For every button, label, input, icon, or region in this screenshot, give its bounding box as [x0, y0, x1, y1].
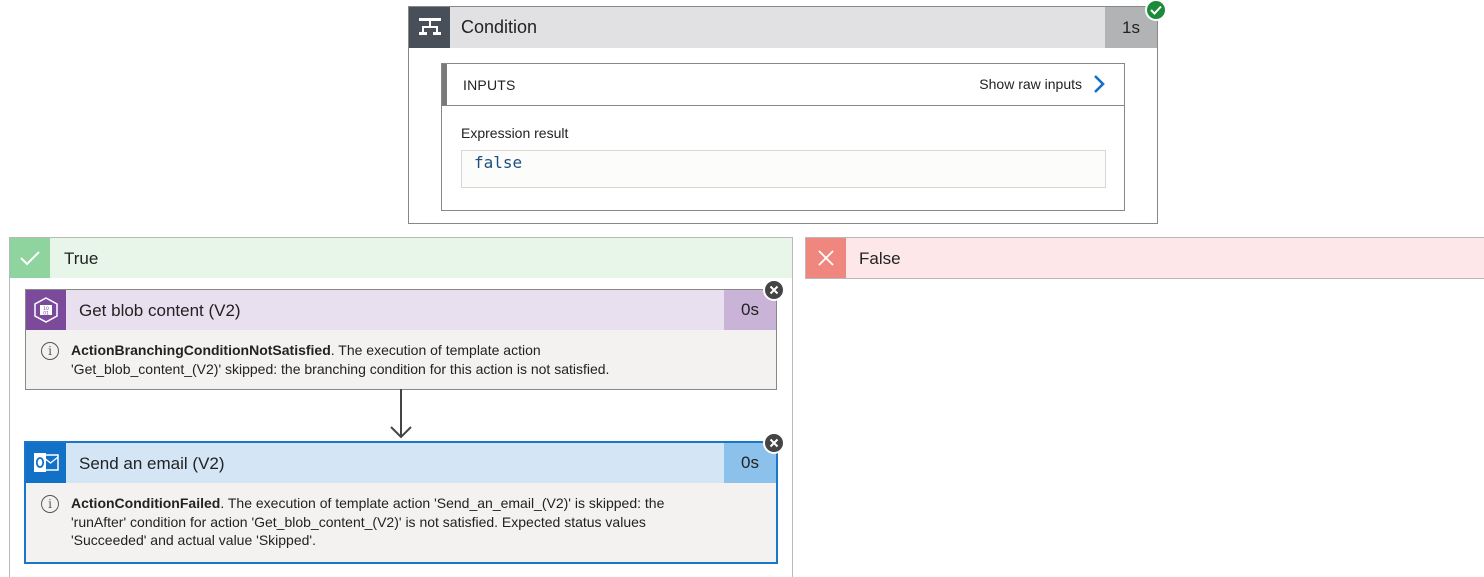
message-line: . The execution of template action 'Send…	[220, 495, 665, 511]
close-icon[interactable]	[763, 432, 785, 454]
info-icon: i	[41, 495, 59, 513]
message-line: 'Succeeded' and actual value 'Skipped'.	[71, 532, 316, 548]
get-blob-content-header[interactable]: 10 01 Get blob content (V2) 0s	[26, 290, 776, 330]
send-email-header[interactable]: Send an email (V2) 0s	[26, 443, 776, 483]
inputs-label: INPUTS	[463, 77, 516, 93]
false-branch-label: False	[859, 249, 901, 268]
flow-arrow-icon	[390, 389, 412, 439]
get-blob-content-card[interactable]: 10 01 Get blob content (V2) 0s i ActionB…	[25, 289, 777, 390]
inputs-panel: INPUTS Show raw inputs Expression result…	[441, 63, 1125, 211]
expression-result-value: false	[461, 150, 1106, 188]
outlook-icon	[26, 443, 66, 483]
send-email-title: Send an email (V2)	[79, 454, 225, 473]
message-line: . The execution of template action	[330, 342, 541, 358]
false-branch-header[interactable]: False	[806, 238, 1484, 278]
false-branch: False	[805, 237, 1484, 279]
get-blob-content-message: ActionBranchingConditionNotSatisfied. Th…	[71, 341, 609, 378]
condition-card[interactable]: Condition 1s INPUTS Show raw inputs Expr…	[408, 0, 1167, 224]
message-code: ActionBranchingConditionNotSatisfied	[71, 342, 331, 358]
message-code: ActionConditionFailed	[71, 495, 221, 511]
condition-header[interactable]: Condition 1s	[409, 7, 1157, 48]
checkmark-icon	[10, 238, 50, 278]
chevron-right-icon[interactable]	[1090, 73, 1108, 95]
svg-text:01: 01	[43, 311, 49, 317]
condition-icon	[409, 7, 450, 48]
condition-title: Condition	[461, 17, 538, 37]
true-branch-header[interactable]: True	[10, 238, 792, 278]
expression-result-label: Expression result	[461, 125, 569, 141]
inputs-header: INPUTS Show raw inputs	[442, 64, 1124, 106]
true-branch-label: True	[64, 249, 99, 268]
send-email-card[interactable]: Send an email (V2) 0s i ActionConditionF…	[24, 441, 778, 564]
cross-icon	[806, 238, 846, 278]
close-icon[interactable]	[763, 279, 785, 301]
show-raw-inputs-link[interactable]: Show raw inputs	[979, 76, 1082, 92]
info-icon: i	[41, 342, 59, 360]
message-line: 'runAfter' condition for action 'Get_blo…	[71, 513, 646, 530]
message-line: 'Get_blob_content_(V2)' skipped: the bra…	[71, 360, 610, 377]
send-email-message: ActionConditionFailed. The execution of …	[71, 494, 664, 550]
get-blob-content-title: Get blob content (V2)	[79, 301, 241, 320]
blob-storage-icon: 10 01	[26, 290, 66, 330]
success-check-icon	[1145, 0, 1167, 21]
